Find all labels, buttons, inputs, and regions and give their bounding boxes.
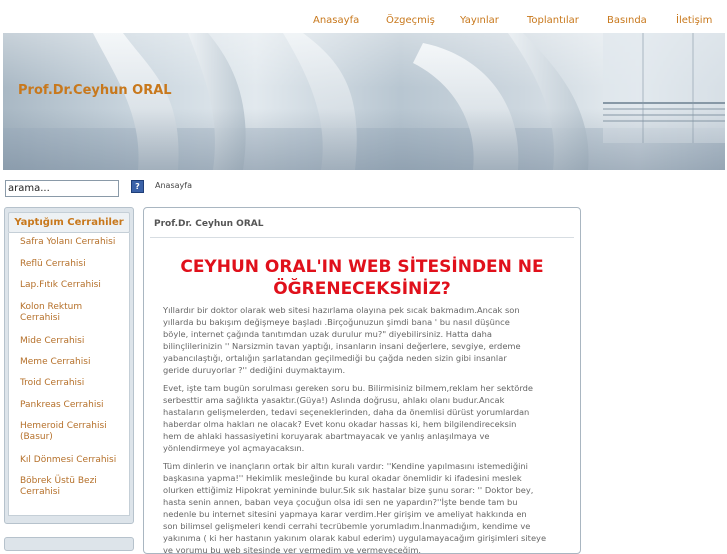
paragraph-line: geride duruyorlar ?'' dediğini duymaktay…: [163, 365, 346, 375]
site-title[interactable]: Prof.Dr.Ceyhun ORAL: [18, 83, 172, 98]
top-navigation: Anasayfa Özgeçmiş Yayınlar Toplantılar B…: [0, 15, 727, 31]
search-help-button[interactable]: ?: [131, 180, 144, 193]
sidebar-list: [8, 233, 130, 516]
sidebar-item-label: Hemeroid Cerrahisi: [20, 421, 107, 431]
sidebar-item[interactable]: Kıl Dönmesi Cerrahisi: [20, 455, 120, 466]
sidebar-item-label: (Basur): [20, 432, 53, 442]
sidebar-item[interactable]: Reflü Cerrahisi: [20, 259, 120, 270]
paragraph-line: hasta senin annen, baban veya çocuğun ol…: [163, 497, 518, 507]
sidebar-item[interactable]: Meme Cerrahisi: [20, 357, 120, 368]
sidebar-item-label: Meme Cerrahisi: [20, 357, 91, 367]
paragraph-line: serbesttir ama sağlıkta yasaktır.(Güya!)…: [163, 395, 505, 405]
sidebar-item-label: Kolon Rektum: [20, 302, 83, 312]
search-input[interactable]: [5, 180, 119, 197]
paragraph-line: ve yorumu bu web sitesinde yer vermedim …: [163, 545, 422, 554]
sidebar-item-label: Böbrek Üstü Bezi: [20, 476, 97, 486]
sidebar-item-label: Lap.Fıtık Cerrahisi: [20, 280, 101, 290]
sidebar-item-label: Kıl Dönmesi Cerrahisi: [20, 455, 117, 465]
sidebar-item[interactable]: Lap.Fıtık Cerrahisi: [20, 280, 120, 291]
sidebar-item-label: Reflü Cerrahisi: [20, 259, 86, 269]
sidebar-heading: Yaptığım Cerrahiler: [8, 212, 130, 233]
nav-ozgecmis[interactable]: Özgeçmiş: [386, 15, 435, 26]
paragraph-line: yabancılaştığı, ortalığın şarlatandan ge…: [163, 353, 507, 363]
sidebar-item[interactable]: Safra Yolanı Cerrahisi: [20, 237, 120, 248]
paragraph-line: yakınıma ( ki her hastanın yakınım olara…: [163, 533, 547, 543]
sidebar-item-label: Pankreas Cerrahisi: [20, 400, 104, 410]
article-title-line-2: ÖĞRENECEKSİNİZ?: [273, 279, 451, 299]
sidebar-item[interactable]: Mide Cerrahisi: [20, 336, 120, 347]
paragraph-line: Evet, işte tam bugün sorulması gereken s…: [163, 383, 534, 393]
sidebar-item-label: Mide Cerrahisi: [20, 336, 85, 346]
breadcrumb[interactable]: Anasayfa: [155, 181, 192, 190]
paragraph-line: yönlendirmeye yol açmayacaksın.: [163, 443, 305, 453]
divider: [150, 237, 574, 238]
paragraph-line: Yıllardır bir doktor olarak web sitesi h…: [163, 305, 520, 315]
paragraph-line: olurken ettiğimiz Hipokrat yemininde bul…: [163, 485, 534, 495]
paragraph-line: bilinçlilerinizin '' Narsizmin tavan yap…: [163, 341, 521, 351]
sidebar-item[interactable]: Troid Cerrahisi: [20, 378, 120, 389]
sidebar-item[interactable]: Böbrek Üstü Bezi Cerrahisi: [20, 476, 120, 498]
nav-toplantilar[interactable]: Toplantılar: [527, 15, 579, 26]
sidebar-secondary-panel: [4, 537, 134, 551]
main-content-panel: Prof.Dr. Ceyhun ORAL CEYHUN ORAL'IN WEB …: [143, 207, 581, 554]
nav-anasayfa[interactable]: Anasayfa: [313, 15, 359, 26]
sidebar-item-label: Cerrahisi: [20, 313, 60, 323]
paragraph-line: hastaların gelişmelerden, tedavi seçenek…: [163, 407, 530, 417]
sidebar-item[interactable]: Kolon Rektum Cerrahisi: [20, 302, 120, 324]
page-heading: Prof.Dr. Ceyhun ORAL: [154, 219, 264, 229]
paragraph-line: nedenle bu internet sitesini yapmaya kar…: [163, 509, 527, 519]
article-title-line-1: CEYHUN ORAL'IN WEB SİTESİNDEN NE: [180, 257, 544, 277]
paragraph-line: haberdar olma hakları ne olacak? Evet ko…: [163, 419, 517, 429]
sidebar-item[interactable]: Hemeroid Cerrahisi (Basur): [20, 421, 120, 443]
article-paragraph: Evet, işte tam bugün sorulması gereken s…: [163, 382, 565, 454]
paragraph-line: Tüm dinlerin ve inançların ortak bir alt…: [163, 461, 528, 471]
nav-iletisim[interactable]: İletişim: [676, 15, 712, 26]
paragraph-line: hem de ahlaki hassasiyetini koruyarak ab…: [163, 431, 490, 441]
nav-yayinlar[interactable]: Yayınlar: [460, 15, 499, 26]
sidebar-item-label: Troid Cerrahisi: [20, 378, 85, 388]
paragraph-line: son bilimsel gelişmeleri kendi cerrahi t…: [163, 521, 531, 531]
sidebar-item-label: Cerrahisi: [20, 487, 60, 497]
nav-basinda[interactable]: Basında: [607, 15, 647, 26]
paragraph-line: böyle, internet çağında tanıtımdan uzak …: [163, 329, 493, 339]
sidebar-item-label: Safra Yolanı Cerrahisi: [20, 237, 116, 247]
paragraph-line: başkasına yapma!'' Hekimlik mesleğinde b…: [163, 473, 522, 483]
article-paragraph: Tüm dinlerin ve inançların ortak bir alt…: [163, 460, 565, 554]
header-banner: Prof.Dr.Ceyhun ORAL: [3, 33, 725, 170]
paragraph-line: yıllarda bu bakışım değişmeye başladı .B…: [163, 317, 510, 327]
article-paragraph: Yıllardır bir doktor olarak web sitesi h…: [163, 304, 565, 376]
sidebar-item[interactable]: Pankreas Cerrahisi: [20, 400, 120, 411]
